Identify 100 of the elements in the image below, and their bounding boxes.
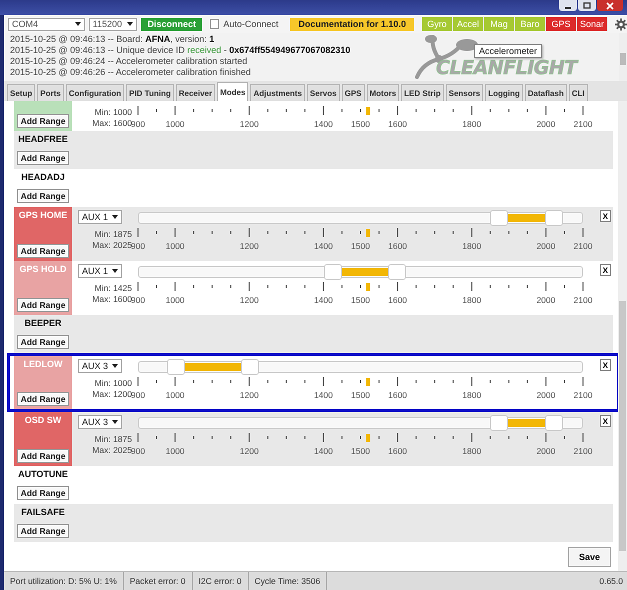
tab[interactable]: LED Strip [401, 84, 444, 101]
scale-label: 900 [130, 390, 146, 400]
sensor-indicator: Accel [452, 17, 484, 31]
tab[interactable]: Servos [306, 84, 340, 101]
add-range-button[interactable]: Add Range [16, 298, 70, 312]
tab[interactable]: Sensors [446, 84, 484, 101]
scale-label: 2000 [536, 119, 556, 129]
range-slider[interactable] [138, 361, 583, 373]
scale-label: 1600 [388, 446, 408, 456]
close-icon[interactable] [597, 0, 623, 11]
save-button[interactable]: Save [568, 546, 611, 566]
tab[interactable]: Setup [7, 84, 36, 101]
mode-name: FAILSAFE [21, 507, 65, 517]
slider-handle[interactable] [545, 210, 564, 226]
logo-text: CLEANFLIGHT [436, 57, 577, 79]
caret-icon [112, 215, 118, 219]
tab[interactable]: Dataflash [524, 84, 567, 101]
mode-name: HEADFREE [18, 134, 68, 144]
tab[interactable]: CLI [568, 84, 588, 101]
log-line: 2015-10-25 @ 09:46:13 -- Board: AFNA, version: 1 [10, 34, 214, 45]
scale-label: 1200 [240, 295, 259, 305]
tab[interactable]: Configuration [66, 84, 124, 101]
range-min: Min: 1875 [94, 434, 132, 445]
add-range-button[interactable]: Add Range [16, 449, 70, 463]
add-range-button[interactable]: Add Range [16, 151, 70, 165]
documentation-button[interactable]: Documentation for 1.10.0 [290, 18, 414, 30]
auto-connect-checkbox[interactable] [210, 19, 220, 29]
tab[interactable]: Logging [485, 84, 523, 101]
add-range-button[interactable]: Add Range [16, 244, 70, 258]
minimize-icon[interactable] [559, 0, 577, 11]
baud-rate-select[interactable]: 115200 [88, 18, 138, 30]
scale-label: 1800 [462, 119, 482, 129]
scrollbar[interactable] [619, 33, 627, 81]
tab[interactable]: Motors [366, 84, 400, 101]
slider-handle[interactable] [166, 359, 185, 375]
slider-handle[interactable] [490, 210, 508, 226]
scale-label: 2100 [574, 390, 592, 400]
scale-label: 1500 [351, 295, 370, 305]
tab[interactable]: GPS [342, 84, 364, 101]
scale-label: 1400 [314, 295, 333, 305]
channel-select[interactable]: AUX 1 [78, 210, 122, 224]
scale-label: 1600 [388, 119, 408, 129]
scale-label: 1400 [314, 446, 333, 456]
maximize-icon[interactable] [578, 0, 596, 11]
tooltip: Accelerometer [474, 44, 542, 58]
scale-label: 1500 [351, 119, 370, 129]
channel-select[interactable]: AUX 3 [78, 415, 122, 429]
tab[interactable]: Modes [217, 82, 248, 101]
mode-name: BEEPER [24, 318, 62, 328]
range-slider[interactable] [138, 266, 583, 278]
add-range-button[interactable]: Add Range [16, 486, 70, 500]
settings-icon[interactable] [614, 18, 627, 30]
scale-label: 1800 [462, 390, 482, 400]
tab[interactable]: Adjustments [250, 84, 305, 101]
range-slider[interactable] [138, 417, 583, 429]
range-min: Min: 1425 [94, 283, 132, 294]
range-min: Min: 1875 [94, 229, 132, 240]
range-max: Max: 1200 [92, 389, 132, 400]
sensor-indicator: Gyro [422, 17, 453, 31]
caret-icon [74, 22, 81, 26]
scale-label: 2000 [536, 295, 556, 305]
remove-range-button[interactable]: X [600, 359, 611, 371]
slider-handle[interactable] [324, 264, 342, 280]
caret-icon [127, 22, 134, 26]
scale-label: 1400 [314, 241, 333, 251]
mode-name: OSD SW [24, 415, 62, 425]
port-select[interactable]: COM4 [8, 18, 85, 30]
add-range-button[interactable]: Add Range [16, 189, 70, 203]
scale-label: 1600 [388, 390, 408, 400]
remove-range-button[interactable]: X [600, 415, 611, 427]
scrollbar[interactable] [618, 101, 627, 571]
slider-handle[interactable] [545, 415, 564, 431]
add-range-button[interactable]: Add Range [16, 335, 70, 349]
channel-select[interactable]: AUX 3 [78, 359, 122, 373]
range-max: Max: 1600 [92, 294, 132, 305]
log-line: 2015-10-25 @ 09:46:24 -- Accelerometer calibration started [10, 56, 248, 67]
scale-label: 1800 [462, 446, 482, 456]
add-range-button[interactable]: Add Range [16, 114, 70, 128]
add-range-button[interactable]: Add Range [16, 524, 70, 538]
channel-select[interactable]: AUX 1 [78, 264, 122, 278]
remove-range-button[interactable]: X [600, 210, 611, 222]
slider-handle[interactable] [388, 264, 406, 280]
range-max: Max: 2025 [92, 240, 132, 251]
slider-handle[interactable] [490, 415, 508, 431]
log-line: 2015-10-25 @ 09:46:13 -- Unique device ID received - 0x674ff554949677067082310 [10, 45, 350, 56]
tab[interactable]: PID Tuning [126, 84, 174, 101]
slider-handle[interactable] [240, 359, 259, 375]
scale-label: 2100 [574, 241, 592, 251]
remove-range-button[interactable]: X [600, 264, 611, 276]
range-max: Max: 2025 [92, 445, 132, 456]
scale-label: 1000 [166, 119, 185, 129]
scale-label: 1400 [314, 390, 333, 400]
tab[interactable]: Ports [37, 84, 64, 101]
scale-label: 1200 [240, 446, 259, 456]
add-range-button[interactable]: Add Range [16, 392, 70, 406]
sensor-indicator: Baro [514, 17, 546, 31]
tab[interactable]: Receiver [176, 84, 216, 101]
range-slider[interactable] [138, 212, 583, 224]
mode-name: GPS HOME [18, 210, 68, 220]
scale-label: 1600 [388, 241, 408, 251]
